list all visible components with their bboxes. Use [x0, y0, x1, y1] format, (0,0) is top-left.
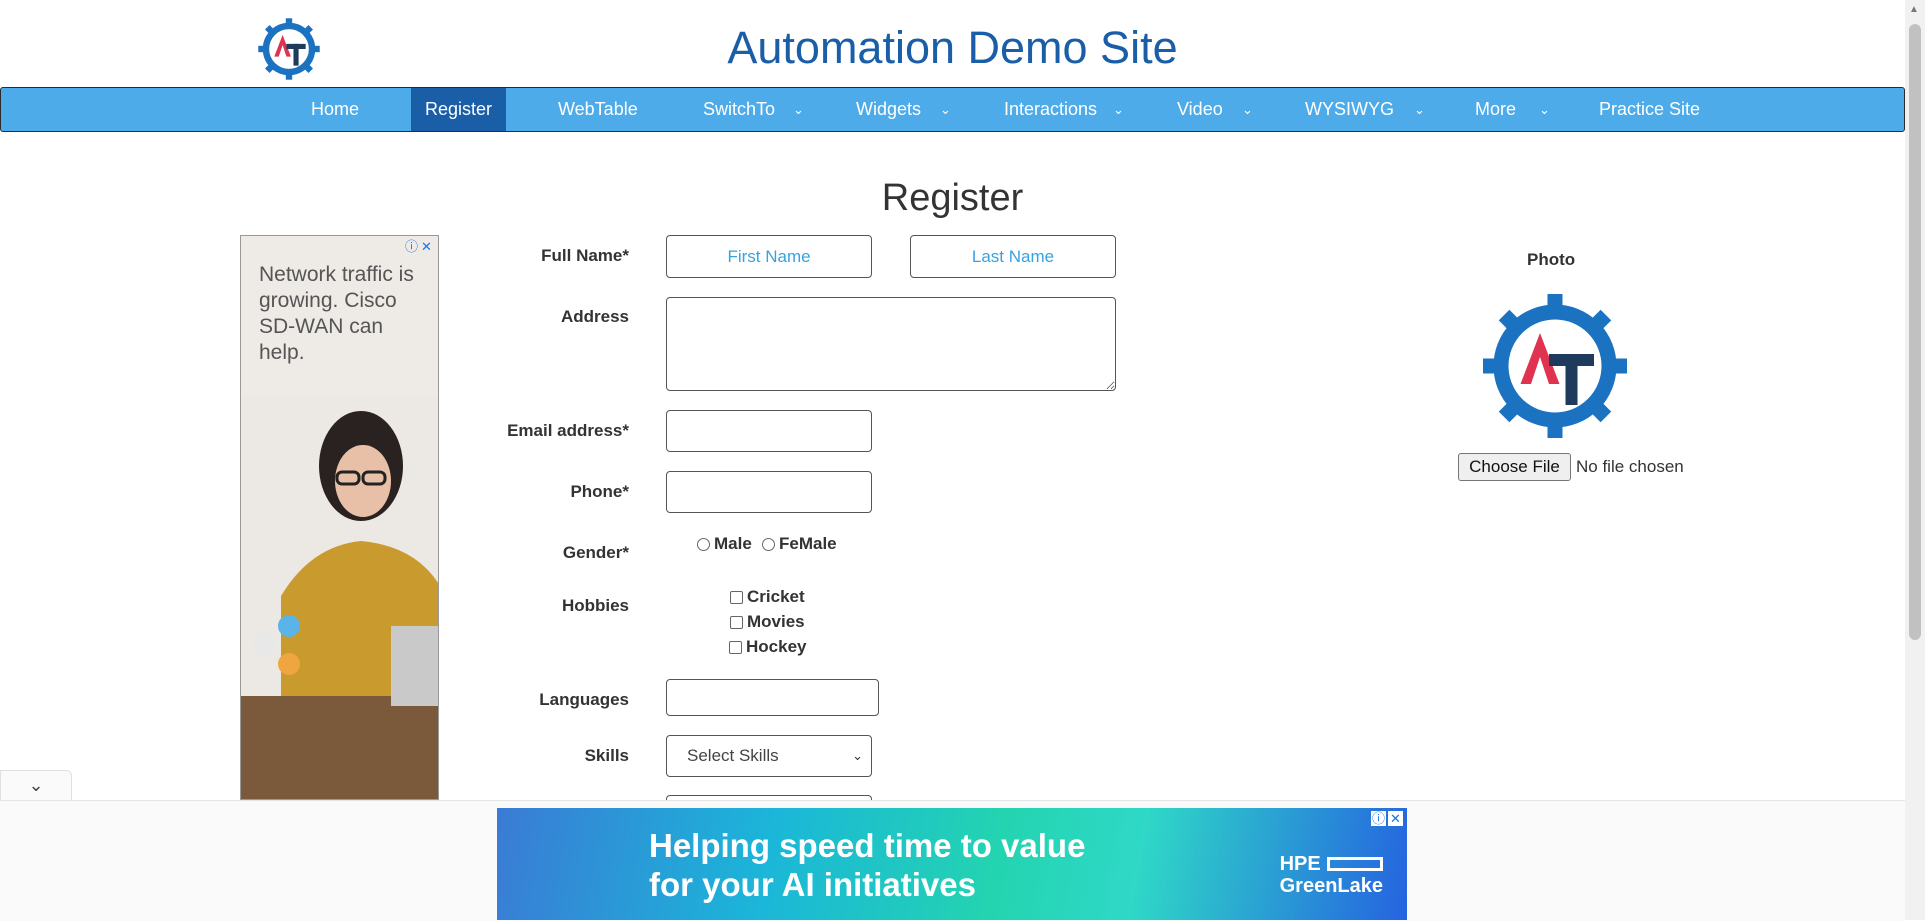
chevron-down-icon[interactable]: ⌄ [793, 88, 804, 131]
nav-interactions[interactable]: Interactions [1004, 88, 1097, 131]
choose-file-button[interactable]: Choose File [1458, 453, 1571, 481]
hobby-hockey[interactable]: Hockey [729, 637, 806, 657]
hobbies-label: Hobbies [561, 596, 629, 615]
email-input[interactable] [666, 410, 872, 452]
languages-multiselect[interactable] [666, 679, 879, 716]
site-title: Automation Demo Site [727, 22, 1178, 73]
skills-select[interactable]: Select Skills ⌄ [666, 735, 872, 777]
phone-label: Phone* [570, 482, 629, 501]
first-name-input[interactable] [666, 235, 872, 278]
nav-register[interactable]: Register [411, 88, 506, 131]
nav-more[interactable]: More [1475, 88, 1516, 131]
chevron-down-icon: ⌄ [852, 748, 863, 763]
nav-home[interactable]: Home [311, 88, 359, 131]
movies-checkbox[interactable] [730, 616, 743, 629]
nav-widgets[interactable]: Widgets [856, 88, 921, 131]
chevron-down-icon[interactable]: ⌄ [1414, 88, 1425, 131]
photo-label: Photo [1527, 250, 1576, 269]
main-navbar: Home Register WebTable SwitchTo ⌄ Widget… [0, 87, 1905, 132]
gender-option-female[interactable]: FeMale [762, 534, 837, 554]
collapse-ad-toggle[interactable]: ⌄ [0, 770, 72, 800]
bottom-ad-text: Helping speed time to value for your AI … [649, 827, 1086, 903]
email-label: Email address* [507, 421, 629, 440]
nav-video[interactable]: Video [1177, 88, 1223, 131]
scroll-up-icon[interactable]: ▲ [1909, 4, 1919, 15]
skills-label: Skills [584, 746, 629, 765]
chevron-down-icon[interactable]: ⌄ [28, 775, 43, 795]
last-name-input[interactable] [910, 235, 1116, 278]
scrollbar-thumb[interactable] [1909, 24, 1921, 640]
close-icon[interactable]: ✕ [1388, 811, 1403, 826]
full-name-label: Full Name* [541, 246, 629, 265]
ad-controls: ⓘ ✕ [1369, 811, 1403, 826]
hockey-checkbox[interactable] [729, 641, 742, 654]
hobby-movies[interactable]: Movies [730, 612, 805, 632]
chevron-down-icon[interactable]: ⌄ [1113, 88, 1124, 131]
ad-info-icon[interactable]: ⓘ [1371, 811, 1386, 826]
cricket-checkbox[interactable] [730, 591, 743, 604]
ad-text: Network traffic is growing. Cisco SD-WAN… [259, 263, 414, 364]
file-status: No file chosen [1576, 457, 1684, 476]
phone-input[interactable] [666, 471, 872, 513]
hobby-cricket[interactable]: Cricket [730, 587, 805, 607]
photo-preview-logo [1483, 294, 1627, 438]
nav-webtable[interactable]: WebTable [558, 88, 638, 131]
gender-label: Gender* [562, 543, 629, 562]
hpe-greenlake-logo: HPE GreenLake [1279, 853, 1383, 897]
male-radio[interactable] [697, 538, 710, 551]
page-heading: Register [881, 177, 1024, 219]
nav-practice-site[interactable]: Practice Site [1599, 88, 1700, 131]
languages-label: Languages [539, 690, 629, 709]
female-radio[interactable] [762, 538, 775, 551]
chevron-down-icon[interactable]: ⌄ [1242, 88, 1253, 131]
gender-option-male[interactable]: Male [697, 534, 752, 554]
nav-wysiwyg[interactable]: WYSIWYG [1305, 88, 1394, 131]
bottom-ad-banner[interactable]: ⓘ ✕ Helping speed time to value for your … [497, 808, 1407, 920]
address-label: Address [560, 307, 629, 326]
chevron-down-icon[interactable]: ⌄ [1539, 88, 1550, 131]
nav-switchto[interactable]: SwitchTo [703, 88, 775, 131]
address-textarea[interactable] [666, 297, 1116, 391]
chevron-down-icon[interactable]: ⌄ [940, 88, 951, 131]
